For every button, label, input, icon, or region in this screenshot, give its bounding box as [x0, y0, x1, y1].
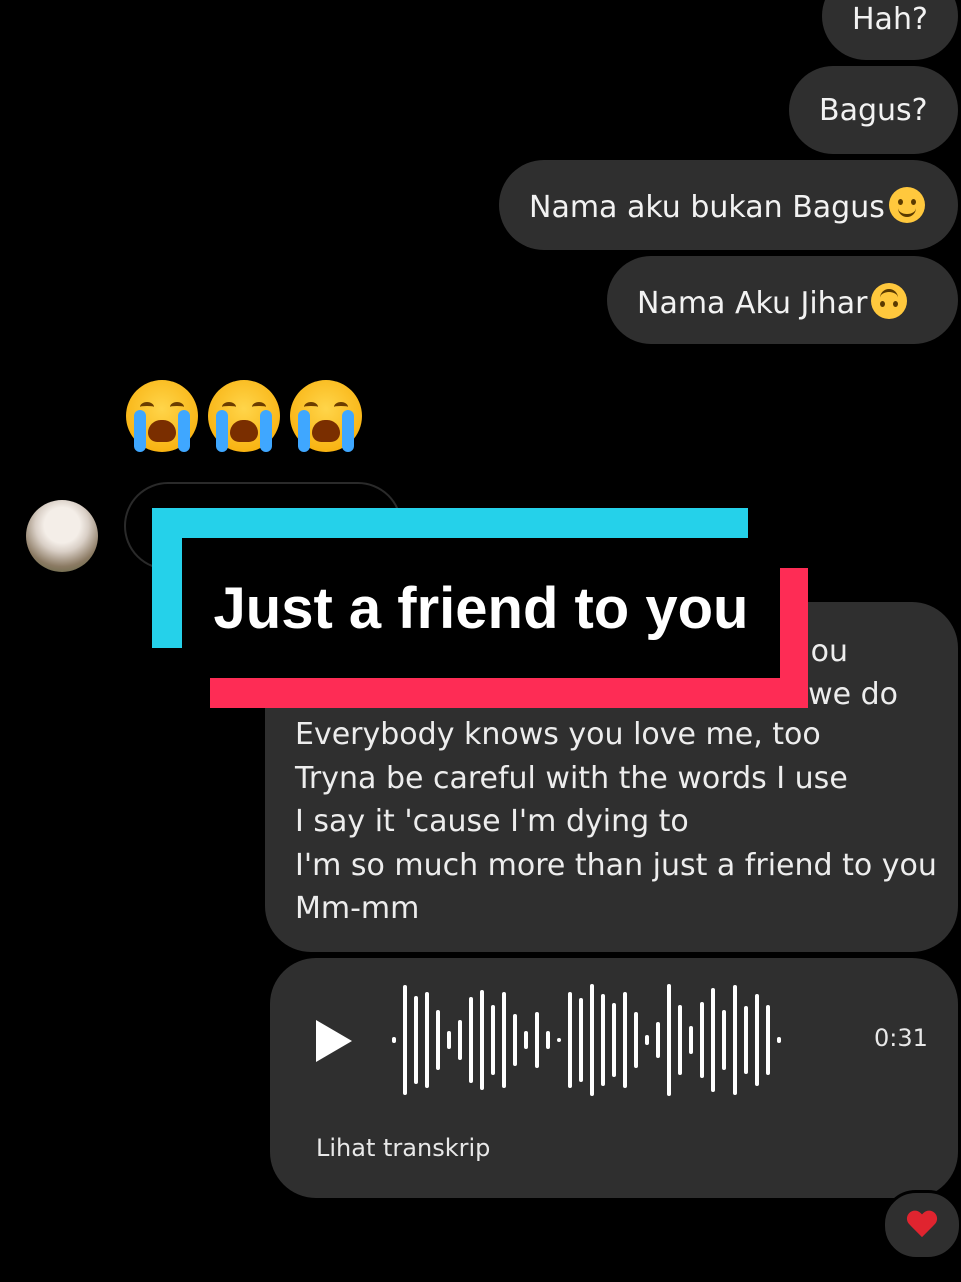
lyric-line: Everybody knows you love me, too: [295, 717, 821, 752]
waveform-bar: [755, 994, 759, 1086]
waveform-bar: [678, 1005, 682, 1075]
waveform-bar: [535, 1012, 539, 1068]
upside-down-face-icon: [871, 283, 908, 319]
message-text: Bagus?: [819, 93, 928, 128]
message-bubble-nama-bukan[interactable]: Nama aku bukan Bagus: [499, 160, 958, 250]
waveform-bar: [634, 1012, 638, 1068]
waveform-bar: [513, 1014, 517, 1066]
waveform-bar: [711, 988, 715, 1092]
waveform-bar: [579, 998, 583, 1082]
waveform-bar: [425, 992, 429, 1088]
waveform-bar: [777, 1037, 781, 1043]
heart-icon: [907, 1211, 937, 1239]
view-transcript-link[interactable]: Lihat transkrip: [316, 1134, 490, 1162]
waveform-bar: [546, 1031, 550, 1049]
message-bubble-bagus[interactable]: Bagus?: [789, 66, 958, 154]
lyric-line: we do: [808, 677, 898, 712]
lyric-line: Tryna be careful with the words I use: [295, 760, 848, 796]
waveform-bar: [645, 1035, 649, 1045]
loudly-crying-face-icon: [290, 380, 362, 452]
message-text: Nama Aku Jihar: [637, 286, 868, 321]
waveform-bar: [458, 1020, 462, 1060]
crying-emoji-message[interactable]: [126, 380, 362, 452]
lyric-line: I'm so much more than just a friend to y…: [295, 847, 937, 883]
waveform-bar: [744, 1006, 748, 1074]
waveform-bar: [590, 984, 594, 1096]
audio-waveform[interactable]: [392, 980, 862, 1100]
waveform-bar: [480, 990, 484, 1090]
message-text: Hah?: [852, 2, 928, 37]
waveform-bar: [766, 1005, 770, 1075]
loudly-crying-face-icon: [126, 380, 198, 452]
waveform-bar: [700, 1002, 704, 1078]
waveform-bar: [447, 1031, 451, 1049]
waveform-bar: [469, 997, 473, 1083]
waveform-bar: [623, 992, 627, 1088]
waveform-bar: [601, 994, 605, 1086]
caption-text: Just a friend to you: [213, 575, 749, 641]
waveform-bar: [414, 996, 418, 1084]
voice-duration: 0:31: [874, 1024, 928, 1052]
waveform-bar: [722, 1010, 726, 1070]
waveform-bar: [568, 992, 572, 1088]
waveform-bar: [667, 984, 671, 1096]
slight-smile-icon: [888, 187, 925, 223]
loudly-crying-face-icon: [208, 380, 280, 452]
waveform-bar: [612, 1003, 616, 1077]
contact-avatar[interactable]: [26, 500, 98, 572]
waveform-bar: [502, 992, 506, 1088]
voice-message-bubble: 0:31 Lihat transkrip: [270, 958, 958, 1198]
lyric-line: I say it 'cause I'm dying to: [295, 804, 689, 840]
message-text: Nama aku bukan Bagus: [529, 190, 885, 225]
waveform-bar: [403, 985, 407, 1095]
message-bubble-nama-jihar[interactable]: Nama Aku Jihar: [607, 256, 958, 344]
waveform-bar: [733, 985, 737, 1095]
waveform-bar: [689, 1026, 693, 1054]
lyric-line: ou: [810, 634, 848, 669]
waveform-bar: [436, 1010, 440, 1070]
message-bubble-hah[interactable]: Hah?: [822, 0, 958, 60]
waveform-bar: [524, 1031, 528, 1049]
heart-reaction[interactable]: [882, 1190, 961, 1260]
waveform-bar: [557, 1038, 561, 1042]
waveform-bar: [392, 1037, 396, 1043]
caption-banner: Just a friend to you: [182, 538, 780, 678]
waveform-bar: [656, 1022, 660, 1058]
play-icon[interactable]: [316, 1020, 352, 1062]
waveform-bar: [491, 1005, 495, 1075]
lyric-line: Mm-mm: [295, 891, 420, 927]
